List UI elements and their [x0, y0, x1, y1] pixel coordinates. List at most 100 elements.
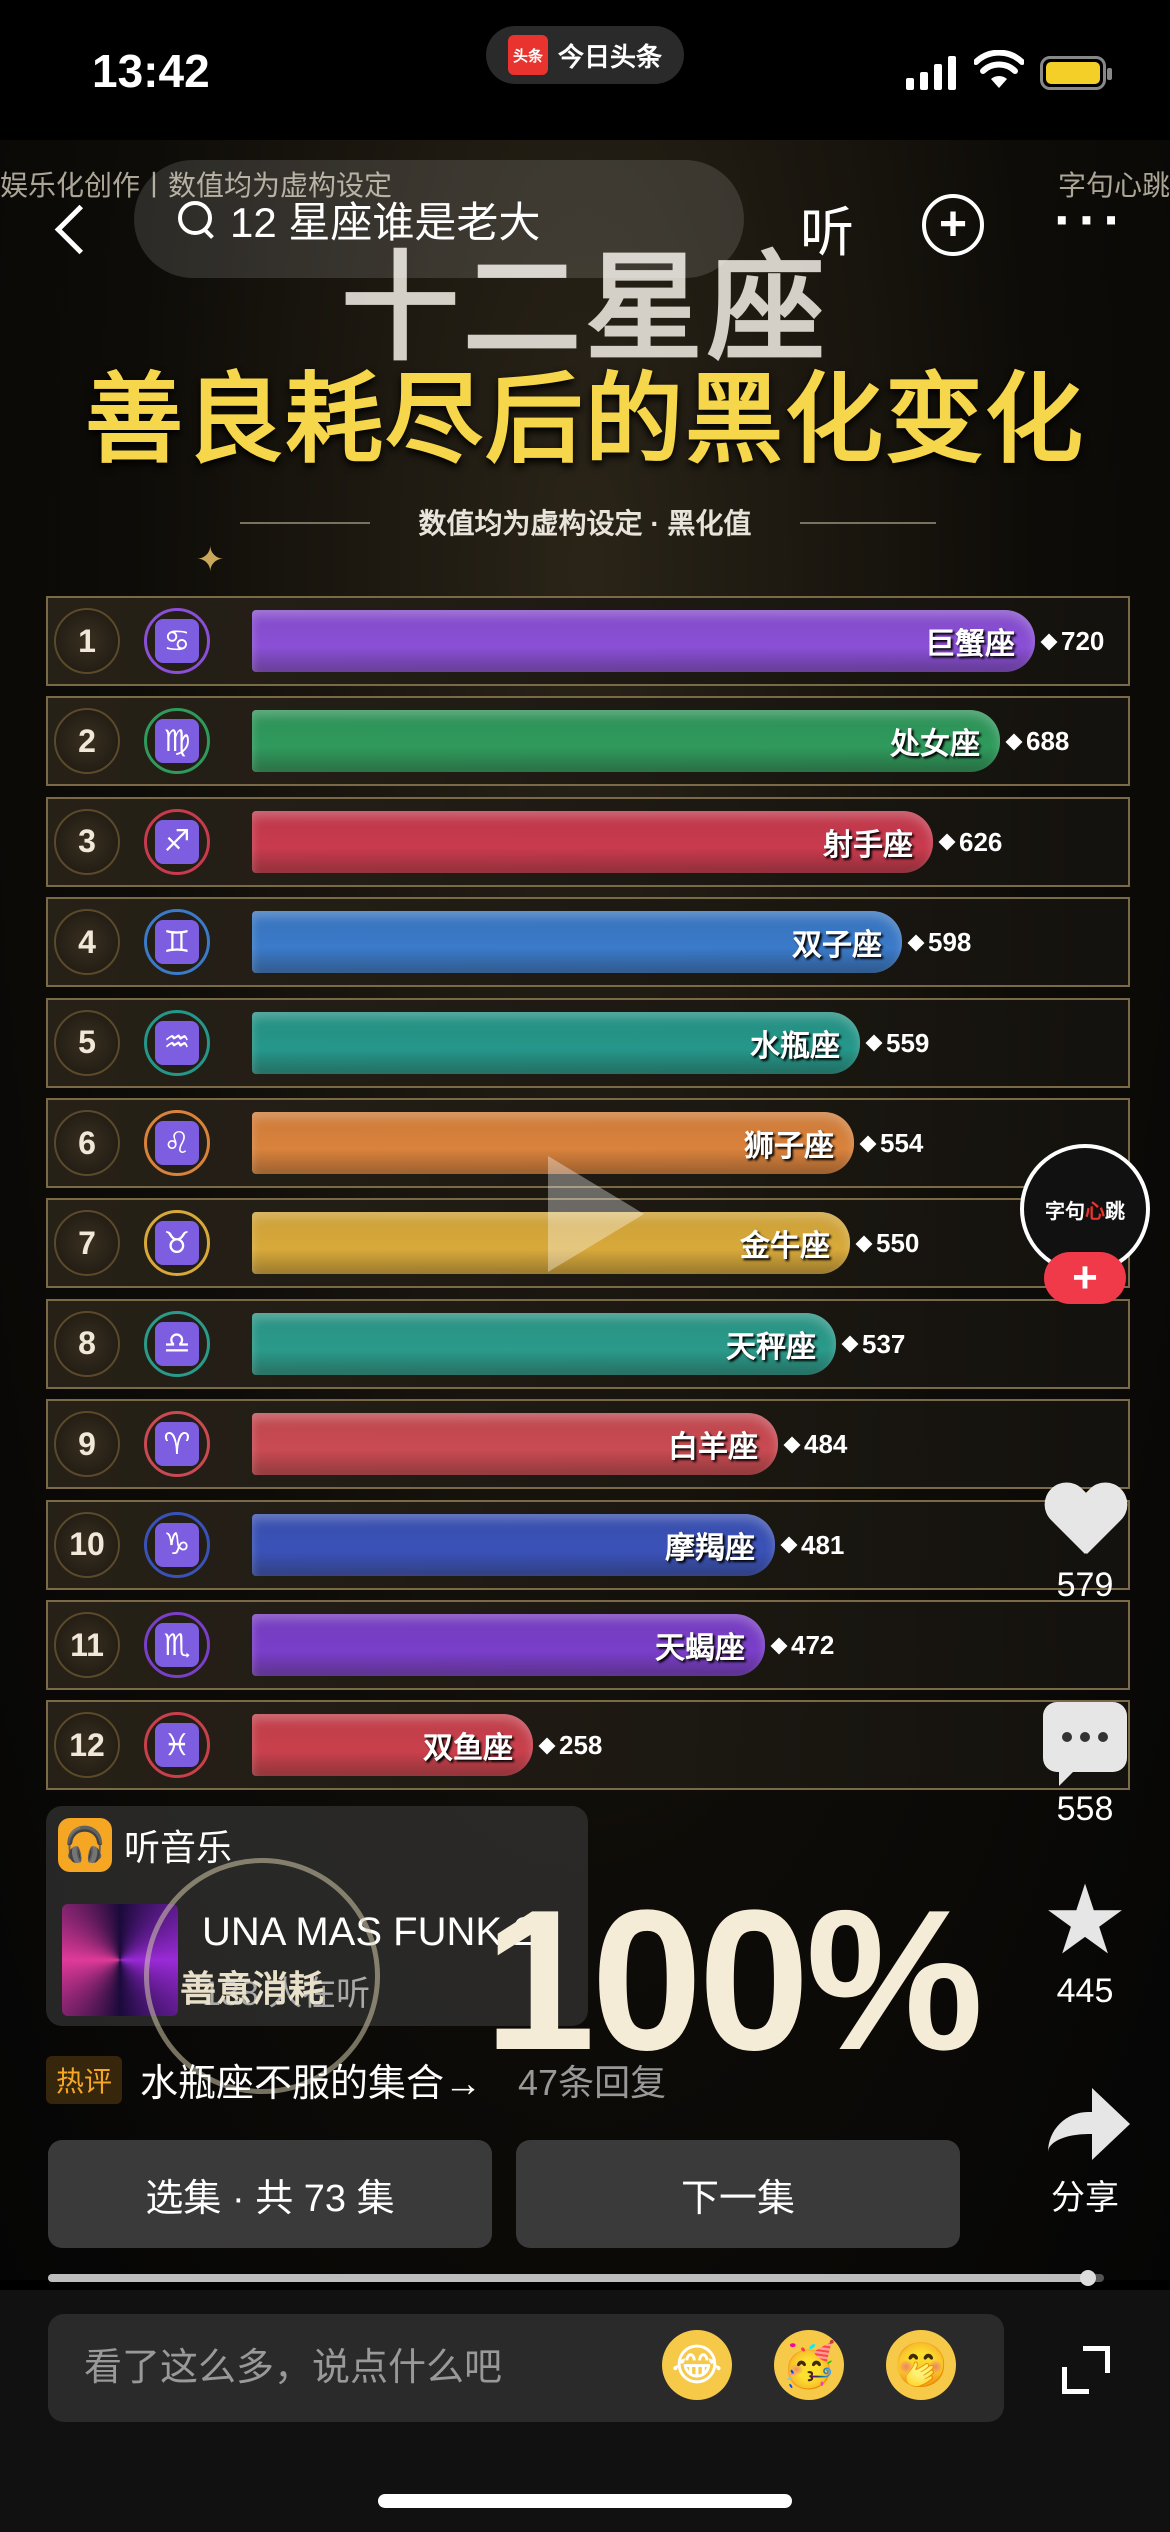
search-bar[interactable]: 12 星座谁是老大: [134, 160, 744, 278]
share-icon: [1040, 2084, 1130, 2164]
emoji-party-icon[interactable]: 🥳: [774, 2330, 844, 2400]
comment-button[interactable]: 558: [1030, 1702, 1140, 1829]
back-button[interactable]: [44, 190, 104, 270]
comment-icon: [1043, 1702, 1127, 1786]
like-button[interactable]: 579: [1030, 1484, 1140, 1605]
bar-track: 射手座 626: [252, 810, 1122, 873]
bar-category-label: 摩羯座: [665, 1531, 755, 1565]
music-card-header: 🎧 听音乐: [58, 1818, 232, 1872]
overlay-ring-text: 善意消耗: [180, 1968, 325, 2009]
rank-number: 7: [54, 1210, 120, 1277]
cellular-signal-icon: [906, 56, 956, 90]
zodiac-symbol: ♒: [155, 1020, 199, 1065]
bar-track: 摩羯座 481: [252, 1513, 1122, 1576]
more-options-button[interactable]: ···: [1054, 192, 1128, 248]
rank-number: 2: [54, 708, 120, 775]
rank-row: 1 ♋ 巨蟹座 720: [46, 596, 1130, 686]
status-time: 13:42: [92, 45, 210, 97]
music-card-title: 听音乐: [124, 1827, 233, 1868]
sparkle-icon: ✦: [196, 541, 225, 579]
zodiac-sign-icon: ♑: [144, 1511, 210, 1578]
chart-subtitle: 数值均为虚构设定 · 黑化值: [418, 508, 752, 539]
bar-track: 白羊座 484: [252, 1413, 1122, 1476]
emoji-blush-icon[interactable]: 🤭: [886, 2330, 956, 2400]
zodiac-symbol: ♊: [155, 920, 199, 965]
bar-value-label: 258: [538, 1730, 602, 1761]
comment-input-box[interactable]: 😂 🥳 🤭: [48, 2314, 1004, 2422]
search-icon: [176, 199, 216, 239]
hot-comment[interactable]: 热评 水瓶座不服的集合→ 47条回复: [46, 2052, 666, 2107]
zodiac-sign-icon: ♏: [144, 1612, 210, 1678]
bar-value-text: 481: [801, 1529, 845, 1560]
diamond-icon: [855, 1235, 873, 1253]
diamond-icon: [1005, 733, 1023, 751]
listen-button[interactable]: 听: [800, 188, 854, 267]
zodiac-sign-icon: ♌: [144, 1110, 210, 1176]
plus-circle-icon[interactable]: +: [922, 194, 984, 256]
bar-category-label: 白羊座: [668, 1431, 758, 1465]
bar-value-text: 484: [804, 1429, 848, 1460]
bar-category-label: 射手座: [823, 828, 913, 862]
rank-number: 12: [54, 1712, 120, 1779]
bar-track: 处女座 688: [252, 710, 1122, 773]
emoji-laugh-icon[interactable]: 😂: [662, 2330, 732, 2400]
bar-track: 双鱼座 258: [252, 1714, 1122, 1777]
like-count: 579: [1056, 1566, 1114, 1604]
share-label: 分享: [1051, 2179, 1119, 2217]
rank-row: 4 ♊ 双子座 598: [46, 897, 1130, 988]
diamond-icon: [859, 1135, 877, 1152]
video-progress-bar[interactable]: [48, 2270, 1104, 2286]
source-app-pill[interactable]: 头条 今日头条: [486, 26, 684, 84]
wifi-icon: [974, 50, 1024, 88]
bar-mark: 射手座: [252, 810, 933, 873]
hot-comment-replies: 47条回复: [518, 2061, 667, 2103]
avatar-text-b: 心: [1085, 1200, 1105, 1223]
rank-row: 9 ♈ 白羊座 484: [46, 1399, 1130, 1490]
rank-number: 1: [54, 608, 120, 674]
comment-count: 558: [1056, 1790, 1114, 1828]
diamond-icon: [780, 1536, 798, 1554]
bar-value-label: 688: [1005, 726, 1070, 757]
comment-input[interactable]: [84, 2346, 644, 2390]
zodiac-symbol: ♋: [155, 619, 199, 663]
diamond-icon: [1040, 633, 1058, 650]
hot-comment-tag: 热评: [46, 2055, 123, 2104]
diamond-icon: [783, 1436, 801, 1454]
bar-value-label: 484: [783, 1429, 848, 1460]
search-query: 12 星座谁是老大: [230, 198, 541, 246]
zodiac-symbol: ♐: [155, 819, 199, 864]
zodiac-sign-icon: ♎: [144, 1310, 210, 1377]
bar-category-label: 金牛座: [740, 1230, 830, 1264]
play-icon[interactable]: [548, 1156, 644, 1272]
bar-value-label: 472: [770, 1630, 834, 1661]
bar-category-label: 巨蟹座: [925, 628, 1015, 661]
rank-row: 3 ♐ 射手座 626: [46, 796, 1130, 887]
diamond-icon: [907, 934, 925, 952]
progress-knob[interactable]: [1080, 2270, 1096, 2286]
next-episode-button[interactable]: 下一集: [516, 2140, 960, 2248]
bar-mark: 天蝎座: [252, 1614, 765, 1676]
bar-mark: 双子座: [252, 911, 902, 974]
favorite-button[interactable]: ★ 445: [1030, 1873, 1140, 2011]
bar-value-text: 688: [1026, 726, 1070, 757]
rank-row: 10 ♑ 摩羯座 481: [46, 1499, 1130, 1590]
zodiac-symbol: ♏: [155, 1623, 199, 1667]
bar-value-label: 598: [907, 927, 971, 958]
zodiac-symbol: ♉: [155, 1221, 199, 1266]
zodiac-sign-icon: ♉: [144, 1210, 210, 1277]
zodiac-sign-icon: ♋: [144, 608, 210, 674]
battery-icon: [1040, 56, 1112, 90]
favorite-count: 445: [1056, 1972, 1114, 2010]
diamond-icon: [865, 1034, 883, 1052]
follow-button[interactable]: +: [1044, 1252, 1126, 1304]
zodiac-sign-icon: ♒: [144, 1009, 210, 1076]
episode-select-button[interactable]: 选集 · 共 73 集: [48, 2140, 492, 2248]
bar-value-label: 559: [865, 1028, 929, 1059]
share-button[interactable]: 分享: [1030, 2084, 1140, 2219]
bar-value-text: 720: [1061, 626, 1105, 656]
rank-number: 3: [54, 808, 120, 875]
bar-value-text: 554: [880, 1128, 924, 1158]
bar-value-label: 554: [859, 1128, 924, 1159]
fullscreen-icon[interactable]: [1062, 2346, 1110, 2394]
video-title-sub: 善良耗尽后的黑化变化: [84, 364, 1085, 474]
